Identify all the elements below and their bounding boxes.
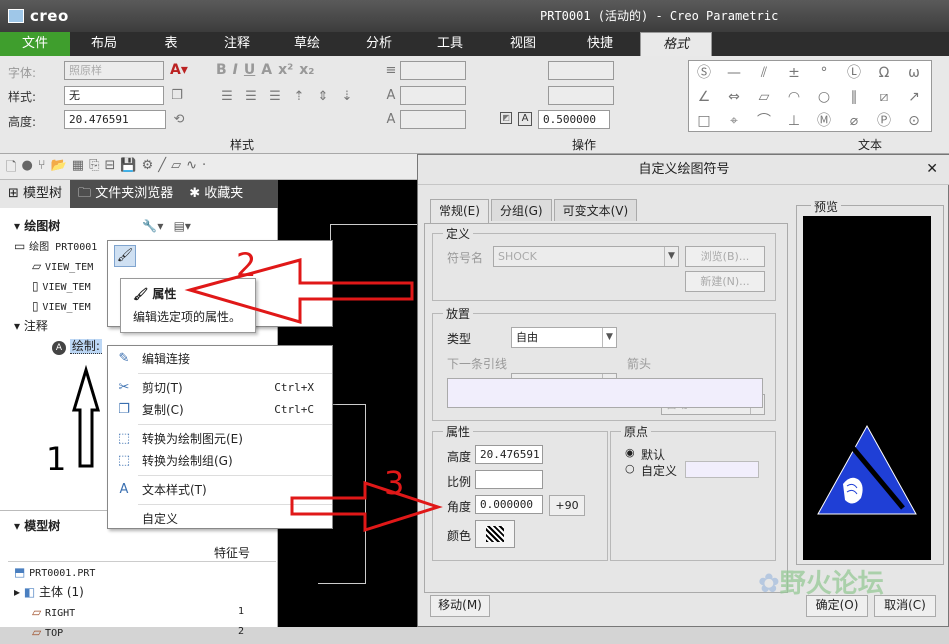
plane-icon: ▱ — [32, 625, 46, 639]
model-item-name: TOP — [45, 628, 64, 639]
annotation-number-2: 2 — [236, 246, 257, 284]
arrow-1 — [71, 364, 101, 468]
arrow-2 — [184, 258, 414, 324]
annotation-overlay — [71, 258, 443, 533]
arrow-3 — [290, 480, 443, 533]
annotation-number-3: 3 — [384, 464, 405, 502]
annotation-number-1: 1 — [46, 440, 67, 478]
